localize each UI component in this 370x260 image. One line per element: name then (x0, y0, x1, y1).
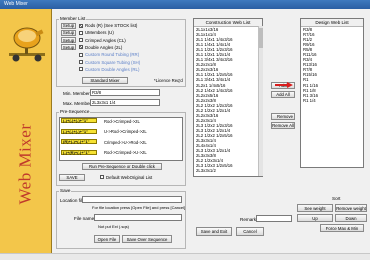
max-member-field[interactable]: 2L3x3x1 1/4 (90, 99, 160, 106)
remark-field[interactable] (256, 215, 292, 222)
min-member-label: Min. Member (63, 91, 90, 96)
construction-list-item[interactable]: 2L3x3x1/2 (194, 168, 262, 173)
location-file-field[interactable] (82, 196, 182, 203)
cancel-button[interactable]: Cancel (236, 227, 264, 236)
setup-button[interactable]: Setup (61, 29, 76, 36)
sequence-row-label[interactable]: U->Rod->Crimped->2L (104, 129, 147, 134)
run-pre-sequence-button[interactable]: Run Pre-Sequence or Double click (82, 163, 162, 170)
setup-button[interactable]: Setup (61, 44, 76, 51)
setup-button[interactable]: Setup (61, 22, 76, 29)
force-max-min-button[interactable]: Force Max & Min (320, 224, 364, 232)
pre-sequence-label: Pre-Sequence (59, 109, 91, 114)
file-name-label: File name (74, 216, 95, 221)
save-sequence-button[interactable]: SAVE (59, 174, 85, 181)
sequence-icon: (-)+(-)+(-)+"1" (61, 118, 97, 123)
member-type-checkbox[interactable] (79, 45, 83, 50)
member-type-label: Double Angles (2L) (85, 44, 123, 50)
up-button[interactable]: Up (297, 214, 333, 222)
file-name-field[interactable] (94, 214, 182, 221)
default-list-checkbox[interactable] (100, 175, 104, 179)
window-title: Web Mixer (4, 1, 28, 7)
open-file-button[interactable]: Open File (94, 235, 120, 243)
member-type-label: Custom Square Tubing (SH) (85, 59, 141, 65)
default-list-label: Default WebOriginal List (106, 175, 153, 180)
see-weight-button[interactable]: See weight (297, 204, 333, 212)
remark-label: Remark (240, 217, 257, 222)
design-list-header: Design Web List (301, 19, 363, 27)
down-button[interactable]: Down (335, 214, 367, 222)
sort-label: Sort (332, 196, 341, 201)
member-type-label: Rods (R) (See STOCK list) (85, 23, 138, 28)
license-note: *Licence Req'd (154, 78, 183, 83)
member-type-checkbox[interactable] (79, 67, 83, 72)
remove-all-button[interactable]: Remove All (271, 122, 295, 129)
sequence-row-label[interactable]: Rod->Crimped->2L (104, 119, 140, 124)
sequence-icon: (R)+(-)+(-)+"1" (61, 139, 97, 144)
add-arrow-icon (275, 82, 293, 88)
member-type-label: Custom Double Angles (RL) (85, 66, 140, 72)
construction-list-header: Construction Web List (194, 19, 262, 27)
member-type-label: UMembers (U) (85, 30, 114, 36)
brand-panel: Web Mixer (0, 9, 52, 253)
brand-label: Web Mixer (16, 123, 35, 205)
status-bar (0, 253, 370, 260)
member-type-label: Custom Round Tubing (RR) (85, 52, 140, 58)
setup-button[interactable]: Setup (61, 37, 76, 44)
sequence-row-label[interactable]: Crimped->U->Rod->2L (104, 140, 147, 145)
design-list-item[interactable]: R1 1/4 (301, 98, 363, 103)
max-member-label: Max. Member (63, 101, 92, 106)
location-file-label: Location file (60, 198, 85, 203)
add-all-button[interactable]: Add All (271, 91, 295, 98)
sequence-icon: (-)+(R)+(-)+"1" (61, 149, 97, 155)
sequence-icon: (-)+(-)+(-)+"1" (61, 128, 97, 134)
design-web-list[interactable]: Design Web List R3/8 R7/16 R1/2 R9/16 R5/8 R1… (300, 18, 364, 168)
save-and-exit-button[interactable]: Save and Exit (196, 227, 232, 236)
member-type-checkbox[interactable] (79, 23, 83, 28)
remove-weight-button[interactable]: Remove weight (335, 204, 367, 212)
remove-button[interactable]: Remove (271, 113, 295, 120)
member-type-checkbox[interactable] (79, 38, 83, 43)
window-title-bar: Web Mixer (0, 0, 370, 9)
save-over-sequence-button[interactable]: Save Over Sequence (122, 235, 172, 243)
save-group-label: Save (59, 188, 72, 193)
cement-mixer-icon (9, 27, 45, 62)
file-name-hint: Not put Ext (.sqs) (98, 224, 129, 229)
location-file-hint: For file location press [Open File] and … (92, 205, 186, 210)
member-type-checkbox[interactable] (79, 52, 83, 57)
construction-web-list[interactable]: Construction Web List 2L1x1x3/16 2L1x1x1/… (193, 18, 263, 177)
member-list-label: Member List (59, 16, 87, 21)
standard-mixer-button[interactable]: Standard Mixer (82, 77, 128, 84)
member-type-checkbox[interactable] (79, 60, 83, 64)
construction-list-scrollbar[interactable] (258, 26, 263, 176)
member-type-label: Crimped Angles (CL) (85, 37, 126, 43)
min-member-field[interactable]: R3/8 (90, 89, 160, 96)
sequence-row-label[interactable]: Rod->Crimped->U->2L (104, 150, 147, 155)
member-type-checkbox[interactable] (79, 30, 83, 35)
